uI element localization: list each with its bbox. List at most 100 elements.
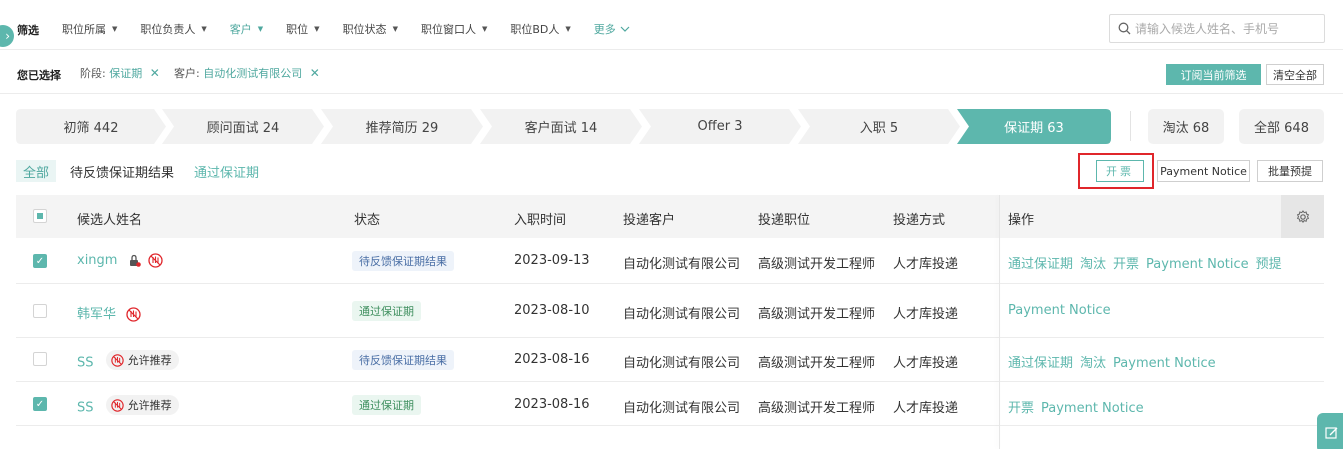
- select-all-checkbox[interactable]: [33, 209, 47, 223]
- row-checkbox[interactable]: ✓: [33, 254, 47, 268]
- stage-eliminated[interactable]: 淘汰 68: [1148, 109, 1224, 144]
- filter-bar: › 筛选 职位所属 ▼ 职位负责人 ▼ 客户 ▼ 职位 ▼ 职位状态 ▼ 职位窗口人 ▼ 职…: [0, 0, 1343, 50]
- stage-initial-screen[interactable]: 初筛 442: [16, 109, 166, 144]
- status-cell: 待反馈保证期结果: [352, 350, 454, 370]
- tab-all[interactable]: 全部: [16, 160, 57, 182]
- status-cell: 通过保证期: [352, 301, 421, 321]
- filter-label: 职位BD人: [510, 23, 560, 36]
- op-invoice[interactable]: 开票: [1008, 401, 1034, 416]
- stage-guarantee[interactable]: 保证期 63: [957, 109, 1111, 144]
- filter-label: 更多: [593, 23, 616, 36]
- caret-down-icon: ▼: [392, 25, 398, 33]
- client-name: 自动化测试有限公司: [623, 401, 741, 416]
- row-operations: 开票 Payment Notice: [1008, 397, 1151, 416]
- close-icon[interactable]: ✕: [150, 66, 160, 80]
- candidate-table: 候选人姓名 状态 入职时间 投递客户 投递职位 投递方式 操作 ✓ xingm …: [16, 195, 1324, 449]
- subscribe-filter-button[interactable]: 订阅当前筛选: [1166, 64, 1261, 85]
- row-checkbox[interactable]: [33, 352, 47, 366]
- filter-position-bd[interactable]: 职位BD人 ▼: [510, 21, 570, 37]
- chip-key: 阶段:: [80, 67, 106, 80]
- op-invoice[interactable]: 开票: [1113, 257, 1139, 272]
- filter-job-manager[interactable]: 职位负责人 ▼: [140, 21, 206, 37]
- op-pass-guarantee[interactable]: 通过保证期: [1008, 257, 1073, 272]
- candidate-name[interactable]: xingm: [77, 253, 117, 268]
- expand-sidebar-icon[interactable]: ›: [0, 25, 14, 47]
- candidate-search[interactable]: [1109, 14, 1325, 43]
- chip-value: 自动化测试有限公司: [203, 67, 303, 80]
- filter-client[interactable]: 客户 ▼: [230, 21, 263, 37]
- position-name: 高级测试开发工程师: [758, 307, 876, 322]
- stage-recommend-resume[interactable]: 推荐简历 29: [321, 109, 483, 144]
- header-name: 候选人姓名: [77, 213, 143, 228]
- table-row[interactable]: SS 允许推荐 待反馈保证期结果 2023-08-16 自动化测试有限公司 高级…: [16, 338, 1324, 382]
- client-name: 自动化测试有限公司: [623, 307, 741, 322]
- table-row[interactable]: ✓ SS 允许推荐 通过保证期 2023-08-16 自动化测试有限公司 高级测…: [16, 382, 1324, 426]
- filter-title: 筛选: [17, 24, 39, 37]
- stage-client-interview[interactable]: 客户面试 14: [480, 109, 642, 144]
- chip-value: 保证期: [109, 67, 143, 80]
- candidate-cell: SS 允许推荐: [77, 350, 179, 371]
- allow-recommend-label: 允许推荐: [127, 399, 172, 412]
- op-payment-notice[interactable]: Payment Notice: [1008, 303, 1111, 318]
- stage-all[interactable]: 全部 648: [1239, 109, 1324, 144]
- status-cell: 待反馈保证期结果: [352, 251, 454, 271]
- tab-passed-guarantee[interactable]: 通过保证期: [188, 160, 265, 182]
- clear-all-button[interactable]: 清空全部: [1266, 64, 1324, 85]
- caret-down-icon: ▼: [112, 25, 118, 33]
- no-contact-icon: [110, 398, 124, 412]
- caret-down-icon: ▼: [314, 25, 320, 33]
- table-row[interactable]: 韩军华 通过保证期 2023-08-10 自动化测试有限公司 高级测试开发工程师…: [16, 284, 1324, 338]
- column-settings[interactable]: [1281, 195, 1324, 238]
- op-withdraw[interactable]: 预提: [1256, 257, 1282, 272]
- candidate-name[interactable]: 韩军华: [77, 307, 116, 322]
- batch-withdraw-button[interactable]: 批量预提: [1257, 160, 1323, 182]
- stage-label: 淘汰 68: [1162, 121, 1210, 136]
- allow-recommend-label: 允许推荐: [127, 354, 172, 367]
- payment-notice-button[interactable]: Payment Notice: [1157, 160, 1250, 182]
- position-name: 高级测试开发工程师: [758, 356, 876, 371]
- op-eliminate[interactable]: 淘汰: [1080, 356, 1106, 371]
- status-badge: 待反馈保证期结果: [352, 350, 454, 370]
- stage-label: 推荐简历 29: [365, 121, 439, 136]
- filter-position[interactable]: 职位 ▼: [286, 21, 319, 37]
- close-icon[interactable]: ✕: [310, 66, 320, 80]
- filter-job-owner-dept[interactable]: 职位所属 ▼: [62, 21, 117, 37]
- allow-recommend-tag: 允许推荐: [105, 350, 179, 370]
- stage-divider: [1130, 111, 1131, 141]
- status-cell: 通过保证期: [352, 395, 421, 415]
- header-onboard-date: 入职时间: [514, 213, 567, 228]
- filter-label: 职位负责人: [140, 23, 196, 36]
- op-payment-notice[interactable]: Payment Notice: [1146, 257, 1249, 272]
- row-checkbox[interactable]: ✓: [33, 397, 47, 411]
- op-payment-notice[interactable]: Payment Notice: [1041, 401, 1144, 416]
- filter-label: 职位: [286, 23, 309, 36]
- status-badge: 通过保证期: [352, 395, 421, 415]
- op-eliminate[interactable]: 淘汰: [1080, 257, 1106, 272]
- stage-label: Offer 3: [697, 119, 743, 134]
- table-row[interactable]: ✓ xingm 待反馈保证期结果 2023-09-13 自动化测试有限公司 高级…: [16, 238, 1324, 284]
- stage-consultant-interview[interactable]: 顾问面试 24: [162, 109, 324, 144]
- caret-down-icon: ▼: [201, 25, 207, 33]
- candidate-name[interactable]: SS: [77, 356, 94, 371]
- stage-pipeline: 初筛 442 顾问面试 24 推荐简历 29 客户面试 14 Offer 3 入…: [16, 109, 1111, 144]
- filter-label: 职位所属: [62, 23, 106, 36]
- invoice-button[interactable]: 开票: [1096, 160, 1144, 182]
- stage-label: 客户面试 14: [524, 121, 598, 136]
- row-checkbox[interactable]: [33, 304, 47, 318]
- caret-down-icon: ▼: [257, 25, 264, 33]
- stage-offer[interactable]: Offer 3: [639, 109, 801, 144]
- stage-label: 顾问面试 24: [206, 121, 280, 136]
- filter-more[interactable]: 更多: [594, 21, 630, 37]
- filter-position-status[interactable]: 职位状态 ▼: [343, 21, 398, 37]
- candidate-name[interactable]: SS: [77, 401, 94, 416]
- search-input[interactable]: [1135, 21, 1315, 36]
- filter-list: 职位所属 ▼ 职位负责人 ▼ 客户 ▼ 职位 ▼ 职位状态 ▼ 职位窗口人 ▼ 职位BD人 ▼…: [62, 21, 653, 37]
- tab-pending-feedback[interactable]: 待反馈保证期结果: [64, 160, 180, 182]
- chip-client: 客户: 自动化测试有限公司 ✕: [174, 65, 320, 81]
- op-payment-notice[interactable]: Payment Notice: [1113, 356, 1216, 371]
- stage-onboard[interactable]: 入职 5: [798, 109, 960, 144]
- row-operations: 通过保证期 淘汰 开票 Payment Notice 预提: [1008, 253, 1289, 272]
- feedback-float-button[interactable]: [1317, 413, 1343, 449]
- filter-position-contact[interactable]: 职位窗口人 ▼: [421, 21, 487, 37]
- op-pass-guarantee[interactable]: 通过保证期: [1008, 356, 1073, 371]
